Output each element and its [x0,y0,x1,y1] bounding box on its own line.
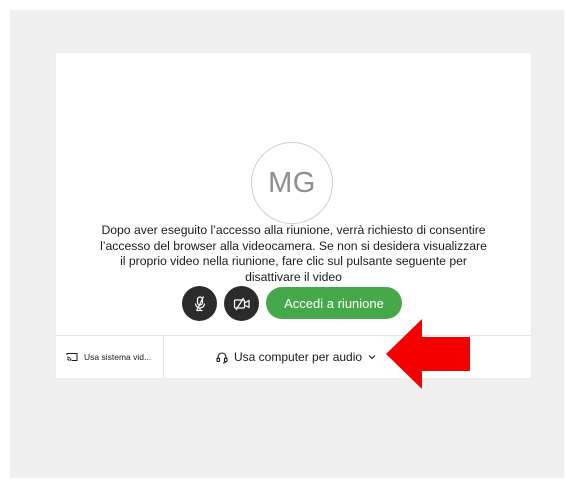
microphone-muted-icon [194,295,205,311]
chevron-down-icon [368,355,376,360]
video-system-button[interactable]: Usa sistema vid... [56,336,164,378]
cast-icon [66,353,78,362]
video-system-label: Usa sistema vid... [84,352,152,362]
audio-connection-dropdown[interactable]: Usa computer per audio [216,336,376,378]
camera-permission-message: Dopo aver eseguito l’accesso alla riunio… [100,223,487,284]
red-arrow-left-icon [386,319,470,389]
join-meeting-button[interactable]: Accedi a riunione [266,287,402,319]
page-background: MG Dopo aver eseguito l’accesso alla riu… [10,10,564,478]
audio-option-label: Usa computer per audio [234,350,363,364]
avatar-initials: MG [268,166,316,199]
avatar: MG [251,142,333,224]
mute-microphone-button[interactable] [182,286,217,321]
headset-icon [216,351,228,364]
video-camera-muted-icon [233,297,250,310]
stop-video-button[interactable] [224,286,259,321]
